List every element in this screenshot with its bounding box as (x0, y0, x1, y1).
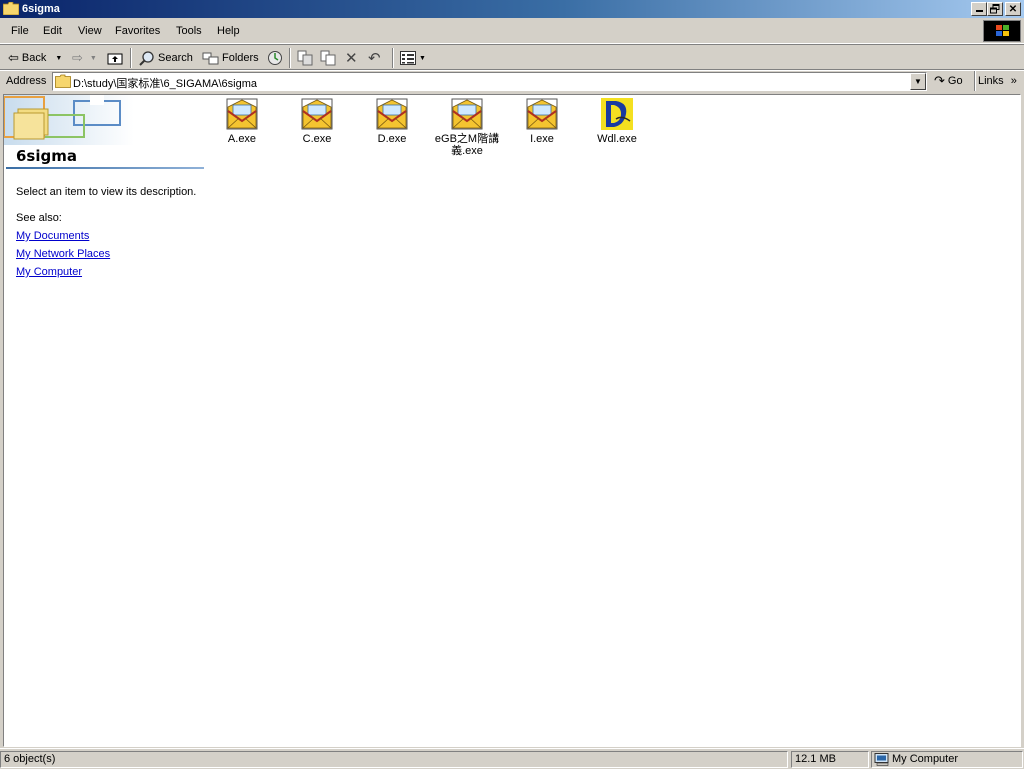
folders-label: Folders (222, 52, 259, 64)
history-icon (268, 51, 282, 65)
up-folder-button[interactable] (107, 49, 123, 67)
title-bar[interactable]: 6sigma ✕ (0, 0, 1024, 18)
toolbar-separator (289, 48, 291, 68)
delete-icon: ✕ (345, 50, 358, 67)
file-item[interactable]: Wdl.exe (581, 97, 653, 145)
go-button[interactable]: ↷ Go (934, 73, 963, 89)
back-label: Back (21, 52, 47, 64)
file-name: C.exe (302, 133, 332, 145)
minimize-icon (975, 10, 983, 12)
toolbar-separator (130, 48, 132, 68)
back-arrow-icon: ⇦ (8, 50, 19, 65)
restore-icon (990, 4, 1000, 14)
zone-label: My Computer (892, 753, 959, 765)
toolbar-separator (974, 71, 976, 91)
copy-to-button[interactable] (320, 49, 336, 67)
title-divider (6, 167, 204, 169)
envelope-exe-icon (526, 98, 558, 130)
menu-help[interactable]: Help (217, 25, 240, 37)
menu-view[interactable]: View (78, 25, 102, 37)
window-title: 6sigma (22, 3, 60, 15)
file-item[interactable]: eGB之M階講義.exe (431, 97, 503, 157)
forward-dropdown-icon[interactable]: ▼ (90, 55, 97, 62)
restore-button[interactable] (987, 2, 1003, 16)
status-objects: 6 object(s) (0, 751, 788, 768)
status-size: 12.1 MB (791, 751, 869, 768)
link-my-computer[interactable]: My Computer (16, 266, 82, 278)
status-zone: My Computer (871, 751, 1023, 768)
file-item[interactable]: D.exe (356, 97, 428, 145)
file-item[interactable]: A.exe (206, 97, 278, 145)
views-dropdown-icon: ▼ (419, 54, 426, 62)
file-name: Wdl.exe (597, 133, 637, 145)
folder-title: 6sigma (16, 147, 77, 165)
file-name: A.exe (227, 133, 257, 145)
description-text: Select an item to view its description. (16, 186, 197, 198)
search-icon (139, 51, 154, 66)
envelope-exe-icon (451, 98, 483, 130)
history-button[interactable] (267, 49, 283, 67)
back-dropdown-icon[interactable]: ▼ (55, 55, 62, 62)
menu-edit[interactable]: Edit (43, 25, 62, 37)
envelope-exe-icon (301, 98, 333, 130)
folders-icon (202, 52, 219, 65)
envelope-exe-icon (226, 98, 258, 130)
menu-file[interactable]: File (11, 25, 29, 37)
folders-button[interactable]: Folders (202, 49, 259, 67)
chevron-double-right-icon: » (1010, 75, 1017, 87)
wdl-exe-icon (601, 98, 633, 130)
status-bar: 6 object(s) 12.1 MB My Computer (0, 748, 1024, 769)
close-icon: ✕ (1008, 3, 1018, 15)
views-icon (400, 51, 416, 65)
menu-favorites[interactable]: Favorites (115, 25, 160, 37)
move-to-icon (297, 50, 313, 66)
address-label: Address (6, 75, 47, 87)
close-button[interactable]: ✕ (1005, 2, 1021, 16)
address-input[interactable]: D:\study\国家标准\6_SIGAMA\6sigma ▼ (52, 72, 927, 91)
search-label: Search (158, 52, 193, 64)
windows-logo-icon (983, 20, 1021, 42)
file-name: I.exe (530, 133, 554, 145)
chevron-down-icon: ▼ (914, 77, 922, 86)
file-item[interactable]: I.exe (506, 97, 578, 145)
folder-icon (55, 74, 71, 88)
folder-banner-icon (4, 95, 134, 145)
standard-toolbar: ⇦ Back ▼ ⇨ ▼ Search Folders ✕ ↶ ▼ (0, 44, 1024, 71)
folder-view[interactable]: 6sigma Select an item to view its descri… (3, 94, 1021, 747)
undo-button[interactable]: ↶ (368, 49, 381, 67)
see-also-label: See also: (16, 212, 62, 224)
menu-tools[interactable]: Tools (176, 25, 202, 37)
links-button[interactable]: Links » (978, 75, 1017, 87)
folder-icon (3, 2, 19, 15)
back-button[interactable]: ⇦ Back ▼ (8, 49, 62, 67)
search-button[interactable]: Search (139, 49, 193, 67)
link-my-network-places[interactable]: My Network Places (16, 248, 110, 260)
address-value: D:\study\国家标准\6_SIGAMA\6sigma (73, 78, 257, 90)
minimize-button[interactable] (971, 2, 987, 16)
views-button[interactable]: ▼ (400, 49, 426, 67)
undo-icon: ↶ (368, 50, 381, 67)
go-label: Go (947, 75, 963, 87)
move-to-button[interactable] (297, 49, 313, 67)
address-bar: Address D:\study\国家标准\6_SIGAMA\6sigma ▼ … (0, 69, 1024, 93)
link-my-documents[interactable]: My Documents (16, 230, 89, 242)
file-item[interactable]: C.exe (281, 97, 353, 145)
address-dropdown-button[interactable]: ▼ (910, 73, 926, 90)
links-label: Links (978, 75, 1004, 87)
forward-arrow-icon: ⇨ (72, 50, 83, 65)
go-arrow-icon: ↷ (934, 73, 945, 88)
delete-button[interactable]: ✕ (345, 49, 358, 67)
envelope-exe-icon (376, 98, 408, 130)
forward-button[interactable]: ⇨ ▼ (72, 49, 97, 67)
my-computer-icon (874, 753, 889, 766)
up-folder-icon (107, 53, 123, 65)
file-name: eGB之M階講義.exe (434, 133, 500, 157)
file-name: D.exe (377, 133, 407, 145)
copy-to-icon (320, 50, 336, 66)
menu-bar: File Edit View Favorites Tools Help (0, 19, 1024, 44)
toolbar-separator (392, 48, 394, 68)
